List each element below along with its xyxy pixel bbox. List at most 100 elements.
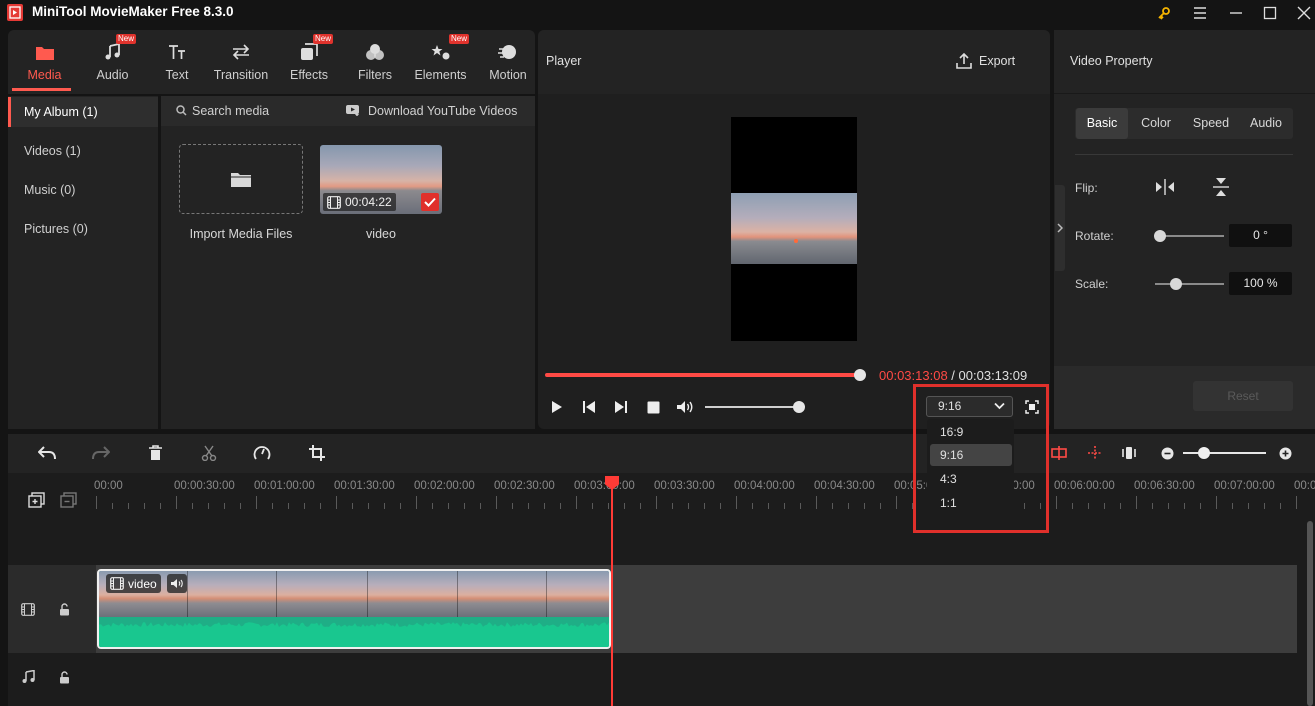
split-icon[interactable] [199,443,219,463]
film-track-icon [20,601,36,617]
crop-icon[interactable] [307,443,327,463]
clip-volume-icon[interactable] [167,574,187,593]
timeline-scrollbar[interactable] [1307,521,1313,706]
export-button[interactable]: Export [979,54,1015,68]
tab-text[interactable]: Text [161,30,193,94]
split-marker-icon[interactable] [1086,444,1104,462]
next-frame-icon[interactable] [613,399,629,415]
remove-track-icon[interactable] [58,491,78,509]
volume-slider[interactable] [705,406,800,408]
volume-icon[interactable] [676,399,694,415]
youtube-icon [346,104,361,116]
tab-filters-label: Filters [357,68,393,82]
ruler-tick-label: 00:07:00:00 [1214,480,1275,492]
zoom-handle[interactable] [1198,447,1210,459]
flip-vertical-icon[interactable] [1209,176,1233,198]
ruler-tick-label: 00:03:00:00 [574,480,635,492]
film-icon [110,577,124,590]
scale-handle[interactable] [1170,278,1182,290]
ruler-tick-label: 00:04:30:00 [814,480,875,492]
ruler-tick-label: 00:04:00:00 [734,480,795,492]
key-icon[interactable] [1153,2,1175,24]
ruler-tick-label: 00:06:00:00 [1054,480,1115,492]
tab-motion[interactable]: Motion [486,30,530,94]
ruler-tick-label: 00:02:30:00 [494,480,555,492]
tab-audio-property[interactable]: Audio [1240,108,1292,139]
minimize-icon[interactable] [1225,2,1247,24]
transition-icon [231,42,251,62]
ruler-tick-label: 00:01:00:00 [254,480,315,492]
tab-color[interactable]: Color [1130,108,1182,139]
new-badge: New [313,34,334,44]
export-icon [955,52,973,70]
previous-frame-icon[interactable] [581,399,597,415]
add-track-icon[interactable] [26,491,46,509]
active-tab-indicator [12,88,71,91]
seek-handle[interactable] [854,369,866,381]
volume-handle[interactable] [793,401,805,413]
ruler-tick-label: 00:02:00:00 [414,480,475,492]
scale-value[interactable]: 100 % [1229,272,1292,295]
collapse-handle[interactable] [1055,185,1065,271]
tab-media-label: Media [27,68,62,82]
lock-icon[interactable] [56,669,72,685]
zoom-out-icon[interactable] [1159,444,1175,462]
playhead-line[interactable] [611,485,613,706]
audio-waveform [99,617,609,647]
maximize-icon[interactable] [1259,2,1281,24]
frame-separator [457,571,458,617]
tab-filters[interactable]: Filters [357,30,393,94]
redo-icon[interactable] [90,443,112,463]
video-clip[interactable]: video [97,569,611,649]
menu-icon[interactable] [1189,2,1211,24]
undo-icon[interactable] [36,443,58,463]
tab-motion-label: Motion [489,68,527,82]
tab-audio-label: Audio [96,68,129,82]
rotate-handle[interactable] [1154,230,1166,242]
stop-icon[interactable] [645,399,661,415]
flip-horizontal-icon[interactable] [1153,176,1177,198]
zoom-slider[interactable] [1183,452,1266,454]
download-youtube-button[interactable]: Download YouTube Videos [368,104,517,118]
search-icon [176,105,187,116]
album-item-my-album[interactable]: My Album (1) [8,97,158,127]
tab-transition[interactable]: Transition [211,30,271,94]
media-toolbar: Media Audio New Text Transition Effects … [8,30,535,94]
scale-slider[interactable] [1155,283,1224,285]
divider [1075,154,1293,155]
tab-media[interactable]: Media [21,30,68,94]
album-item-music[interactable]: Music (0) [8,175,158,205]
seek-bar[interactable] [545,373,860,377]
checkmark-icon [421,193,439,211]
snap-icon[interactable] [1050,444,1068,462]
music-track-icon [20,669,36,685]
album-item-pictures[interactable]: Pictures (0) [8,214,158,244]
import-media-button[interactable] [179,144,303,214]
rotate-value[interactable]: 0 ° [1229,224,1292,247]
delete-icon[interactable] [145,443,165,463]
close-icon[interactable] [1293,2,1315,24]
tab-audio[interactable]: Audio New [90,30,137,94]
speed-icon[interactable] [252,443,272,463]
lock-icon[interactable] [56,601,72,617]
zoom-in-icon[interactable] [1277,444,1293,462]
tab-text-label: Text [165,68,189,82]
time-separator: / [947,368,959,383]
filters-icon [365,42,385,62]
video-frame [731,193,857,264]
frame-separator [546,571,547,617]
rotate-slider[interactable] [1158,235,1224,237]
fit-timeline-icon[interactable] [1120,444,1138,462]
search-input[interactable]: Search media [192,104,269,118]
tab-basic[interactable]: Basic [1076,108,1128,139]
reset-button[interactable]: Reset [1193,381,1293,411]
album-item-videos[interactable]: Videos (1) [8,136,158,166]
tab-effects[interactable]: Effects New [289,30,334,94]
video-thumbnail[interactable]: 00:04:22 [320,145,442,214]
video-name: video [366,227,396,241]
play-icon[interactable] [549,399,565,415]
frame-separator [276,571,277,617]
tab-elements[interactable]: Elements New [413,30,470,94]
tab-speed[interactable]: Speed [1184,108,1238,139]
current-time: 00:03:13:08 [879,368,948,383]
